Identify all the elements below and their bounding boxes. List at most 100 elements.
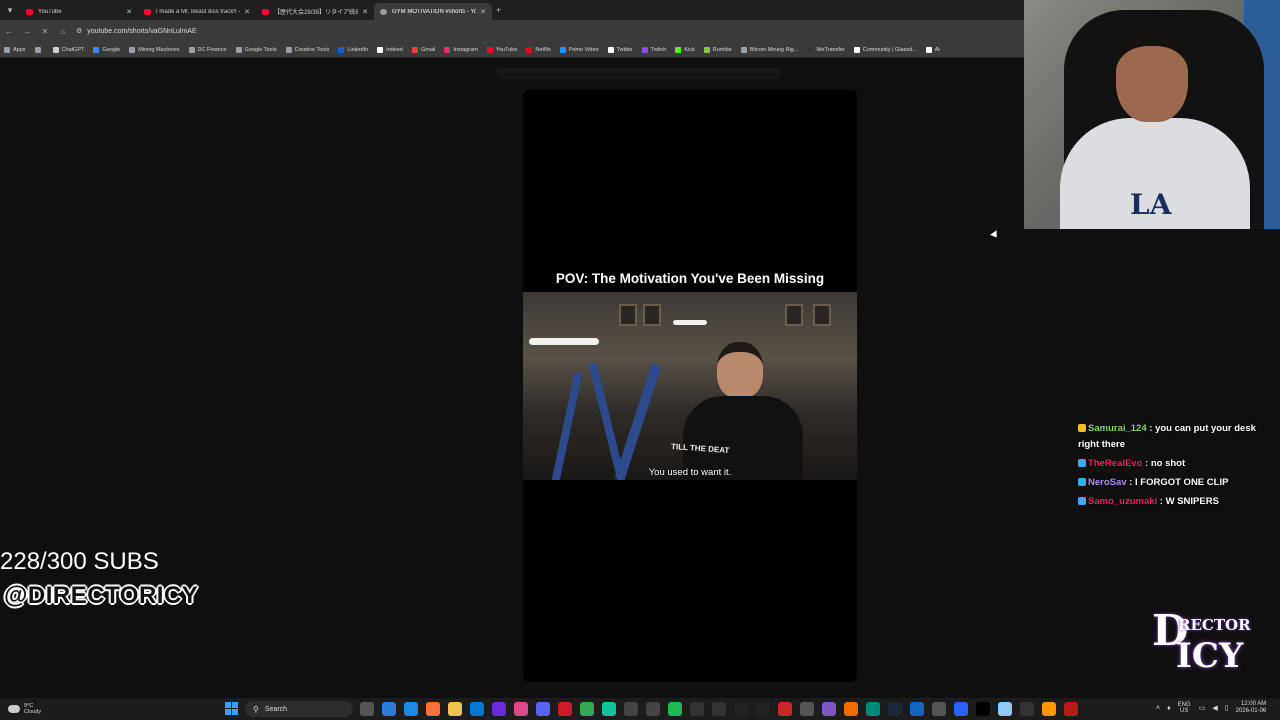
app-m-icon[interactable] (756, 702, 770, 716)
bookmark-item[interactable]: ChatGPT (52, 46, 85, 53)
tab-gym-motivation[interactable]: GYM MOTIVATION #shorts - Yo ✕ (374, 3, 492, 20)
forward-icon[interactable]: → (18, 27, 36, 36)
short-title: POV: The Motivation You've Been Missing (555, 271, 825, 286)
back-icon[interactable]: ← (0, 27, 18, 36)
task-view-icon[interactable] (360, 702, 374, 716)
app-gray-3-icon[interactable] (800, 702, 814, 716)
bookmark-item[interactable]: Mining Machines (129, 46, 180, 53)
bookmark-item[interactable]: Creative Tools (285, 46, 329, 53)
discord-icon[interactable] (536, 702, 550, 716)
stop-loading-icon[interactable]: ✕ (36, 27, 54, 36)
bookmark-icon (129, 46, 136, 53)
bookmark-item[interactable]: Kick (675, 46, 695, 53)
video-frame[interactable]: TILL THE DEAT You used to want it. (523, 292, 857, 480)
tab-japanese-video[interactable]: 【歴代大会28/39】リタイア続出の ✕ (256, 3, 374, 20)
app-teal-icon[interactable] (866, 702, 880, 716)
bookmark-label: Google Tools (244, 46, 277, 53)
bookmark-item[interactable]: Gmail (411, 46, 435, 53)
volume-icon[interactable]: ◀ (1212, 704, 1217, 712)
opera-icon[interactable] (558, 702, 572, 716)
close-icon[interactable]: ✕ (480, 8, 486, 16)
app-gray-icon[interactable] (624, 702, 638, 716)
app-blue-2-icon[interactable] (954, 702, 968, 716)
app-purple-icon[interactable] (492, 702, 506, 716)
monitor-icon[interactable]: ▭ (1199, 704, 1206, 712)
bookmark-item[interactable]: Apps (4, 46, 26, 53)
outlook-icon[interactable] (470, 702, 484, 716)
chrome-icon[interactable] (580, 702, 594, 716)
weather-widget[interactable]: 9°C Cloudy (8, 703, 68, 715)
app-gray-4-icon[interactable] (932, 702, 946, 716)
file-explorer-icon[interactable] (448, 702, 462, 716)
tab-search-icon[interactable]: ▾ (0, 5, 20, 16)
app-blue-icon[interactable] (910, 702, 924, 716)
app-gray-2-icon[interactable] (646, 702, 660, 716)
shorts-player[interactable]: POV: The Motivation You've Been Missing … (523, 90, 857, 682)
app-dark-icon[interactable] (690, 702, 704, 716)
steam-icon[interactable] (888, 702, 902, 716)
url-field[interactable]: ⚙ youtube.com/shorts/vaGNnLulmAE (76, 27, 197, 36)
youtube-favicon-icon (144, 8, 151, 15)
bookmark-item[interactable] (34, 46, 44, 53)
home-icon[interactable]: ⌂ (54, 27, 72, 36)
capcut-icon[interactable] (734, 702, 748, 716)
bookmark-item[interactable]: Twitter (607, 46, 633, 53)
app-light-icon[interactable] (998, 702, 1012, 716)
bookmark-item[interactable]: Instagram (444, 46, 478, 53)
grammarly-icon[interactable] (602, 702, 616, 716)
clock[interactable]: 12:00 AM 2026-01-06 (1236, 701, 1267, 715)
bookmark-item[interactable]: WeTransfer (807, 46, 845, 53)
firefox-icon[interactable] (426, 702, 440, 716)
app-orange-2-icon[interactable] (1042, 702, 1056, 716)
bookmark-item[interactable]: LinkedIn (338, 46, 368, 53)
close-icon[interactable]: ✕ (244, 8, 250, 16)
bookmark-item[interactable]: Ai (925, 46, 940, 53)
close-icon[interactable]: ✕ (126, 8, 132, 16)
bookmark-item[interactable]: YouTube (486, 46, 517, 53)
weather-desc: Cloudy (24, 709, 42, 715)
bookmark-label: Apps (13, 46, 26, 53)
bookmark-item[interactable]: DC Finance (188, 46, 227, 53)
app-pink-icon[interactable] (514, 702, 528, 716)
director-icy-logo: D RECTOR ICY (1148, 604, 1251, 684)
site-settings-icon[interactable]: ⚙ (76, 27, 82, 35)
copilot-icon[interactable] (382, 702, 396, 716)
spotify-icon[interactable] (668, 702, 682, 716)
new-tab-icon[interactable]: + (496, 5, 501, 15)
x-app-icon[interactable] (976, 702, 990, 716)
bookmark-item[interactable]: Google Tools (235, 46, 277, 53)
app-red-icon[interactable] (778, 702, 792, 716)
bookmark-item[interactable]: Bitcoin Mining Rig... (740, 46, 798, 53)
bookmark-icon (559, 46, 566, 53)
taskbar-search[interactable]: ⚲ Search (245, 701, 353, 717)
bookmark-item[interactable]: Community | Glassd... (853, 46, 917, 53)
bookmark-item[interactable]: Twitch (641, 46, 667, 53)
edge-icon[interactable] (404, 702, 418, 716)
close-icon[interactable]: ✕ (362, 8, 368, 16)
bookmark-item[interactable]: Indeed (377, 46, 403, 53)
bookmark-item[interactable]: Prime Video (559, 46, 599, 53)
bookmark-icon (703, 46, 710, 53)
microphone-icon[interactable]: ♦ (1167, 705, 1171, 712)
bookmark-item[interactable]: Google (93, 46, 120, 53)
tab-mrbeast-diss[interactable]: I made a Mr. Beast diss track!! - ✕ (138, 3, 256, 20)
language-indicator[interactable]: ENG US (1178, 702, 1191, 714)
bookmark-item[interactable]: Rumble (703, 46, 732, 53)
battery-icon[interactable]: ▯ (1225, 704, 1229, 712)
app-violet-icon[interactable] (822, 702, 836, 716)
system-tray: ˄ ♦ ENG US ▭ ◀ ▯ 12:00 AM 2026-01-06 (1156, 701, 1266, 715)
windows-start-icon[interactable] (225, 702, 238, 715)
chevron-up-icon[interactable]: ˄ (1156, 705, 1160, 712)
bookmark-label: Twitch (650, 46, 667, 53)
bookmark-label: Instagram (453, 46, 478, 53)
chat-message: NeroSav : I FORGOT ONE CLIP (1078, 475, 1268, 491)
chat-username: NeroSav (1088, 477, 1127, 488)
app-dark-3-icon[interactable] (1020, 702, 1034, 716)
tab-youtube[interactable]: YouTube ✕ (20, 3, 138, 20)
bookmark-item[interactable]: Netflix (526, 46, 551, 53)
app-dark-2-icon[interactable] (712, 702, 726, 716)
app-red-2-icon[interactable] (1064, 702, 1078, 716)
app-orange-icon[interactable] (844, 702, 858, 716)
search-input[interactable] (494, 67, 781, 79)
bookmark-label: ChatGPT (61, 46, 85, 53)
